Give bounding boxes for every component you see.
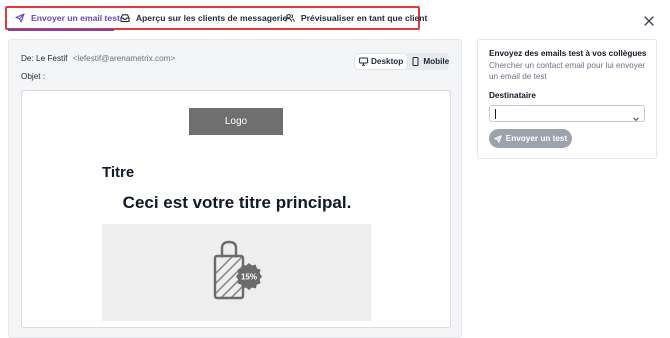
email-image-block: 15%	[102, 224, 371, 321]
send-test-panel: Envoyez des emails test à vos collègues …	[477, 39, 657, 159]
recipient-select[interactable]	[489, 105, 645, 122]
monitor-icon	[359, 57, 368, 66]
send-test-button-label: Envoyer un test	[505, 134, 568, 143]
tab-send-test-label: Envoyer un email test	[31, 13, 120, 23]
tab-personalize-preview-label: Prévisualiser en tant que client	[300, 13, 428, 23]
send-test-description: Chercher un contact email pour lui envoy…	[489, 61, 646, 81]
discount-badge-label: 15%	[240, 272, 256, 281]
text-cursor	[495, 109, 496, 119]
mobile-label: Mobile	[423, 57, 450, 66]
tab-client-preview[interactable]: Aperçu sur les clients de messagerie	[120, 8, 288, 28]
preview-tab-bar: Envoyer un email test Aperçu sur les cli…	[5, 6, 427, 30]
send-icon	[15, 13, 25, 23]
send-icon	[494, 134, 502, 143]
sender-label: De:	[21, 54, 34, 63]
close-icon[interactable]	[643, 14, 655, 26]
sender-name: Le Festif	[36, 54, 68, 63]
users-icon	[285, 13, 295, 23]
desktop-label: Desktop	[371, 57, 404, 66]
tab-send-test[interactable]: Envoyer un email test	[7, 8, 120, 28]
email-canvas: Logo Titre Ceci est votre titre principa…	[21, 90, 451, 328]
email-logo: Logo	[189, 108, 283, 135]
sender-line: De: Le Festif <lefestif@arenametrix.com>	[21, 54, 175, 63]
phone-icon	[411, 57, 420, 66]
desktop-toggle-button[interactable]: Desktop	[355, 54, 408, 69]
tab-client-preview-label: Aperçu sur les clients de messagerie	[135, 13, 288, 23]
mobile-toggle-button[interactable]: Mobile	[407, 54, 453, 69]
sender-email: <lefestif@arenametrix.com>	[72, 54, 176, 63]
recipient-label: Destinataire	[489, 91, 536, 100]
email-title: Titre	[102, 164, 135, 181]
chevron-down-icon	[632, 110, 640, 122]
email-headline: Ceci est votre titre principal.	[122, 193, 352, 212]
send-test-title: Envoyez des emails test à vos collègues	[489, 49, 647, 58]
shopping-bag-icon: 15%	[213, 240, 262, 299]
email-preview-panel: De: Le Festif <lefestif@arenametrix.com>…	[8, 39, 462, 338]
subject-label: Objet :	[21, 72, 46, 81]
device-toggle: Desktop Mobile	[354, 53, 449, 70]
inbox-icon	[120, 13, 130, 23]
tab-personalize-preview[interactable]: Prévisualiser en tant que client	[285, 8, 427, 28]
active-tab-indicator	[8, 29, 114, 31]
send-test-button[interactable]: Envoyer un test	[489, 129, 572, 148]
